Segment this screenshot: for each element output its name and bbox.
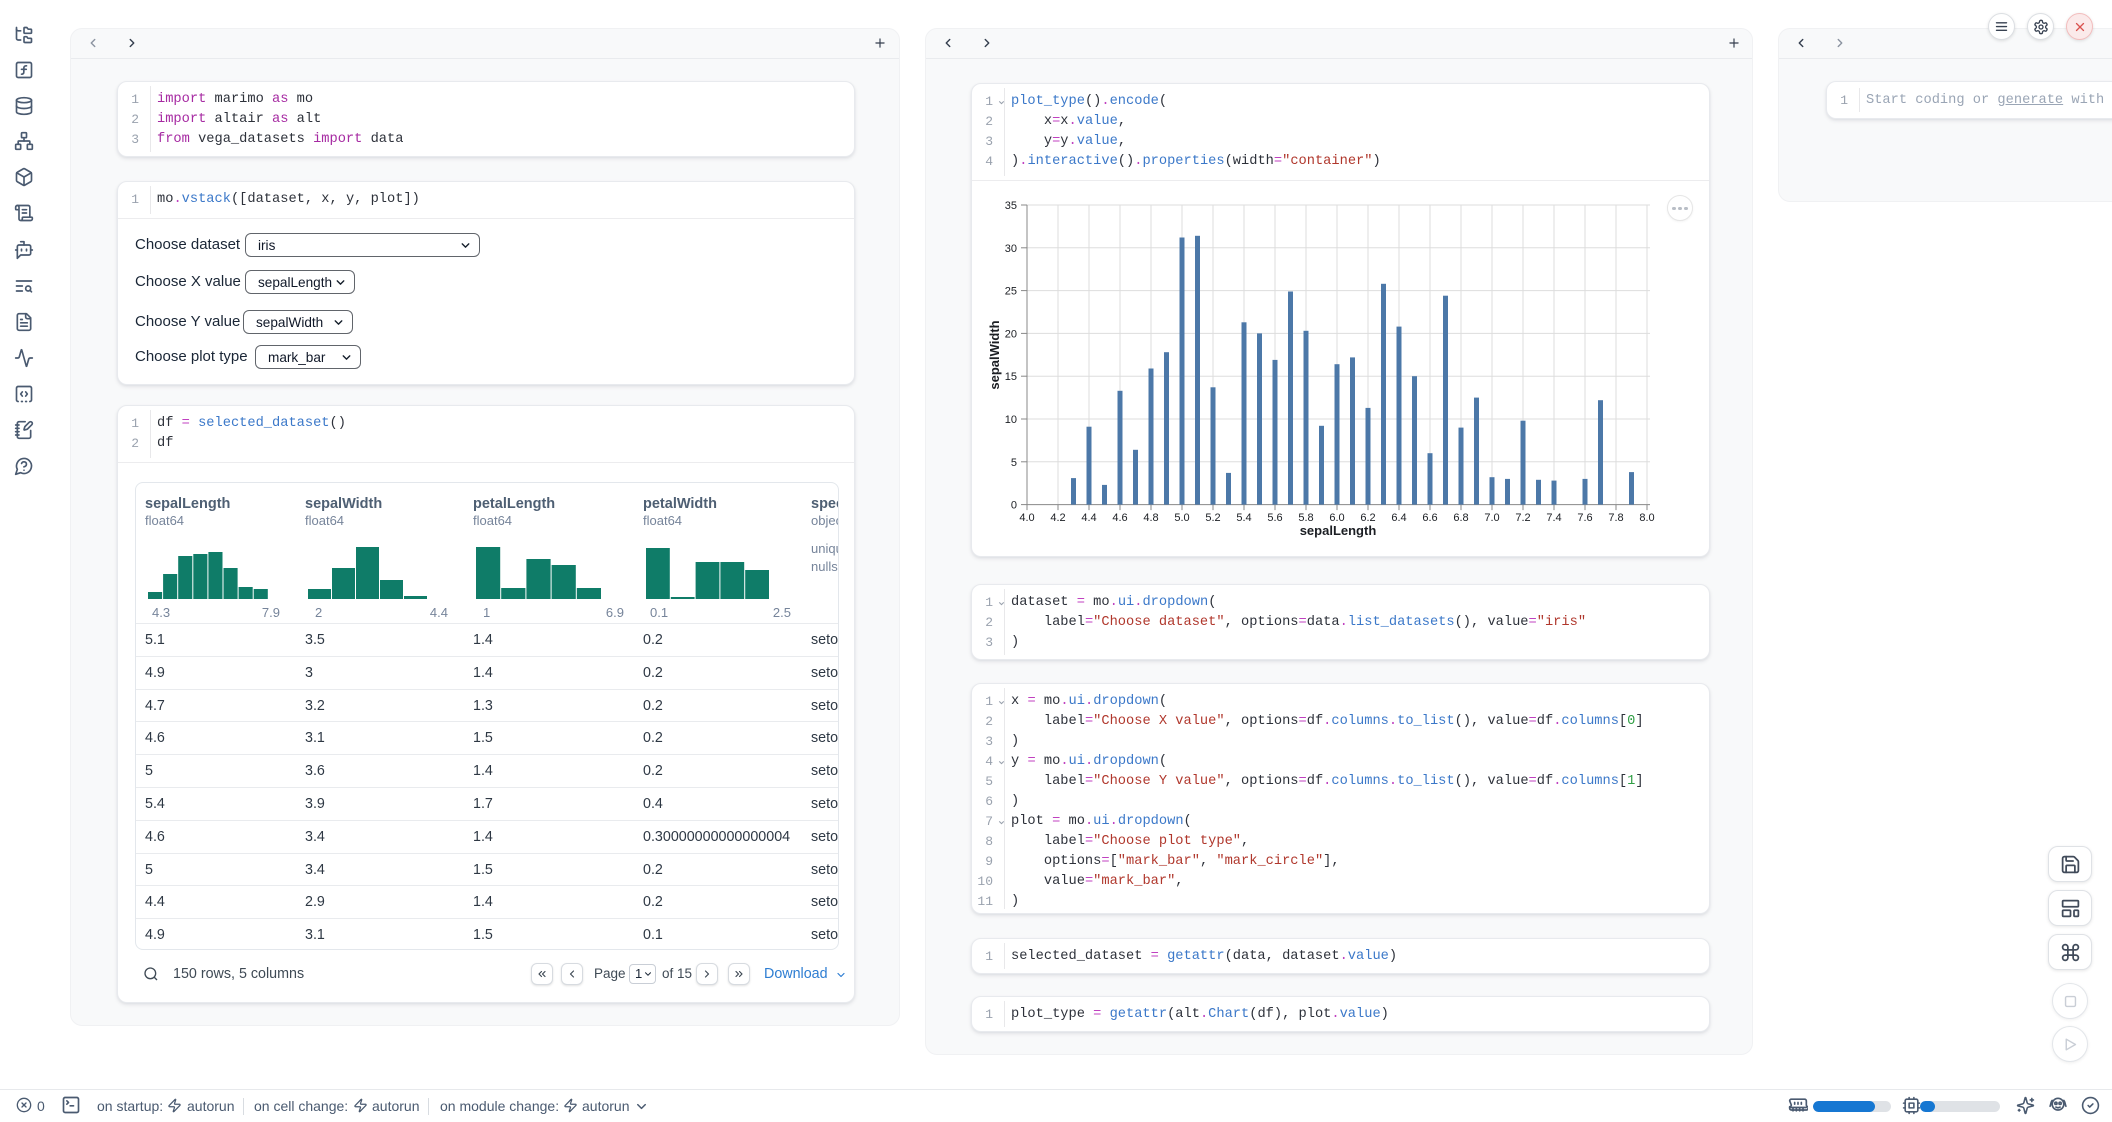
- svg-text:4.2: 4.2: [1050, 512, 1065, 524]
- svg-text:7.4: 7.4: [1546, 512, 1561, 524]
- svg-text:0: 0: [1011, 500, 1017, 512]
- svg-text:4.4: 4.4: [1081, 512, 1096, 524]
- svg-text:10: 10: [1005, 414, 1017, 426]
- svg-text:25: 25: [1005, 286, 1017, 298]
- svg-text:5.0: 5.0: [1174, 512, 1189, 524]
- svg-text:sepalLength: sepalLength: [1300, 523, 1377, 538]
- svg-text:4.8: 4.8: [1143, 512, 1158, 524]
- svg-text:sepalWidth: sepalWidth: [987, 320, 1002, 389]
- svg-text:35: 35: [1005, 200, 1017, 212]
- svg-text:30: 30: [1005, 243, 1017, 255]
- svg-text:4.6: 4.6: [1112, 512, 1127, 524]
- svg-text:7.6: 7.6: [1577, 512, 1592, 524]
- svg-text:7.0: 7.0: [1484, 512, 1499, 524]
- svg-text:8.0: 8.0: [1639, 512, 1654, 524]
- svg-text:5.6: 5.6: [1267, 512, 1282, 524]
- svg-text:5.2: 5.2: [1205, 512, 1220, 524]
- svg-text:20: 20: [1005, 328, 1017, 340]
- svg-text:7.8: 7.8: [1608, 512, 1623, 524]
- svg-text:5.4: 5.4: [1236, 512, 1251, 524]
- svg-text:6.6: 6.6: [1422, 512, 1437, 524]
- svg-text:6.4: 6.4: [1391, 512, 1406, 524]
- svg-text:5: 5: [1011, 457, 1017, 469]
- svg-text:15: 15: [1005, 371, 1017, 383]
- svg-text:7.2: 7.2: [1515, 512, 1530, 524]
- svg-text:6.8: 6.8: [1453, 512, 1468, 524]
- svg-text:4.0: 4.0: [1019, 512, 1034, 524]
